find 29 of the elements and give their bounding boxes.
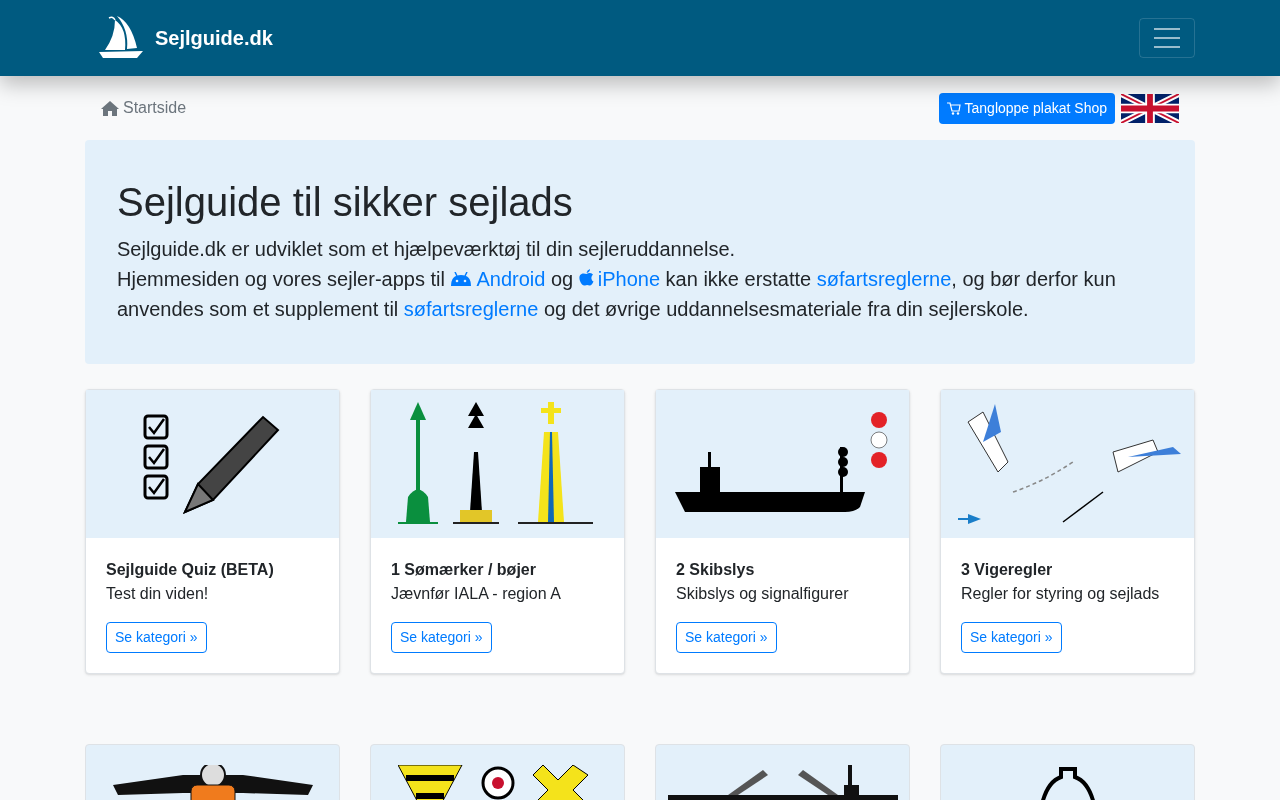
home-breadcrumb-link[interactable]: Startside (101, 96, 187, 120)
app-link[interactable]: iPhone (578, 268, 661, 290)
card-title: 3 Vigeregler (961, 560, 1054, 580)
category-button[interactable]: Se kategori » (961, 622, 1062, 653)
card-subtitle: Test din viden! (106, 584, 210, 604)
card-title: Sejlguide Quiz (BETA) (106, 560, 275, 580)
rules-link[interactable]: søfartsreglerne (403, 298, 539, 320)
category-button[interactable]: Se kategori » (106, 622, 207, 653)
menu-toggle-button[interactable] (1139, 18, 1195, 58)
page-title: Sejlguide til sikker sejlads (117, 179, 574, 226)
card-title: 2 Skibslys (676, 560, 756, 580)
android-icon (450, 272, 473, 286)
intro-paragraph: Hjemmesiden og vores sejler-apps til Android og iPhone kan ikke erstatte søfartsreglerne, og bør derfor kun anvendes som et supplement til søfartsreglerne og det øvrige uddannelsesmateriale fra din sejlerskole. (117, 267, 1117, 322)
category-button[interactable]: Se kategori » (391, 622, 492, 653)
cart-icon (946, 101, 961, 115)
shop-button[interactable]: Tangloppe plakat Shop (938, 92, 1115, 124)
card-title: 1 Sømærker / bøjer (391, 560, 537, 580)
intro-lead: Sejlguide.dk er udviklet som et hjælpeværktøj til din sejleruddannelse. (117, 237, 737, 262)
rules-link[interactable]: søfartsreglerne (816, 268, 952, 290)
brand-link[interactable]: Sejlguide.dk (155, 23, 273, 53)
uk-flag-icon[interactable] (1121, 93, 1179, 123)
app-link[interactable]: Android (450, 268, 546, 290)
sailboat-logo-icon (97, 16, 143, 60)
card-subtitle: Jævnfør IALA - region A (391, 584, 562, 604)
apple-icon (578, 269, 594, 286)
card-subtitle: Regler for styring og sejlads (961, 584, 1161, 604)
category-button[interactable]: Se kategori » (676, 622, 777, 653)
home-icon (101, 100, 119, 116)
card-subtitle: Skibslys og signalfigurer (676, 584, 850, 604)
